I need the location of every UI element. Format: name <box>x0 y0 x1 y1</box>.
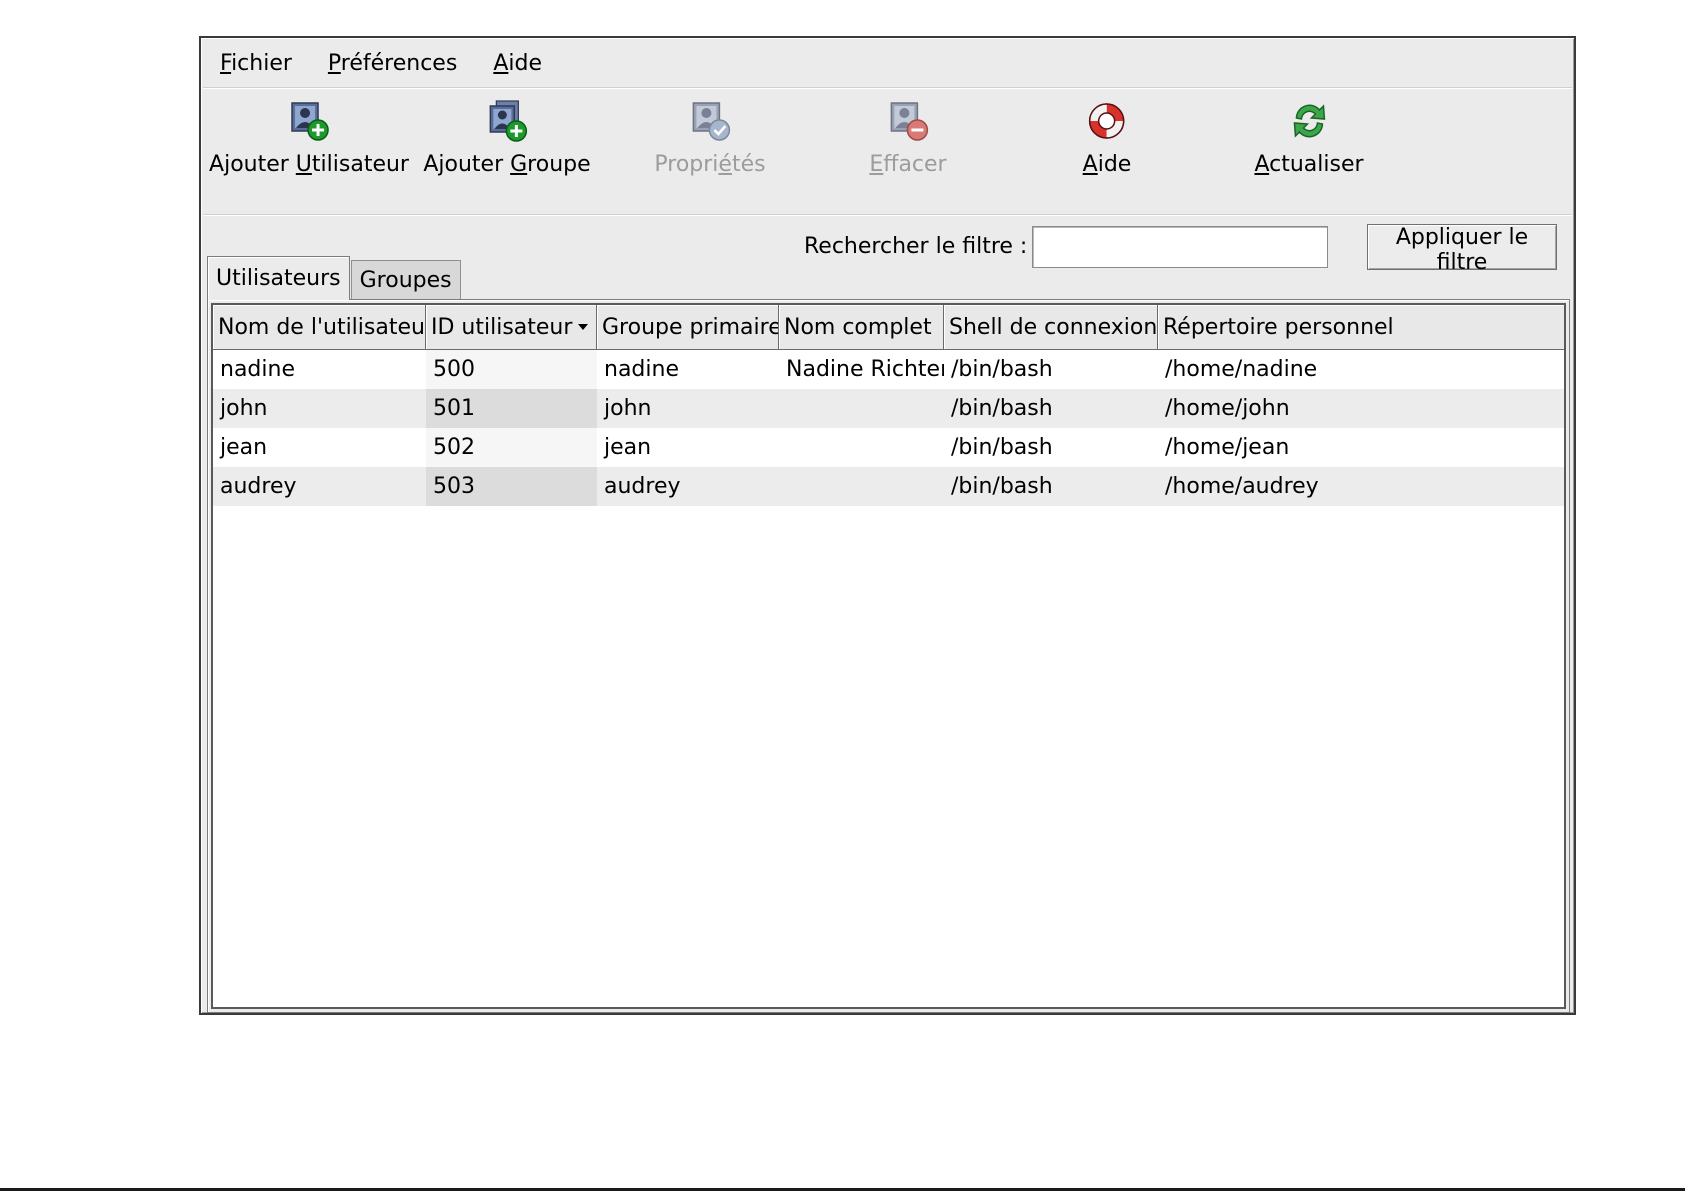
cell-username: nadine <box>220 357 295 382</box>
toolbar: Ajouter Utilisateur Ajouter Groupe Propr… <box>203 90 1572 215</box>
filter-input[interactable] <box>1032 226 1328 268</box>
cell-home-directory: /home/audrey <box>1165 474 1319 499</box>
cell-full-name: Nadine Richter <box>786 357 944 382</box>
add-group-button[interactable]: Ajouter Groupe <box>423 100 591 178</box>
cell-user-id: 501 <box>426 389 597 428</box>
cell-login-shell: /bin/bash <box>951 474 1053 499</box>
menu-aide[interactable]: Aide <box>493 51 542 76</box>
sort-descending-icon <box>578 324 588 330</box>
delete-icon <box>890 102 928 141</box>
user-manager-window: Fichier Préférences Aide Ajouter Utilisa… <box>199 36 1576 1015</box>
cell-username: audrey <box>220 474 297 499</box>
menu-fichier[interactable]: Fichier <box>220 51 292 76</box>
tab-bar: Utilisateurs Groupes <box>207 256 462 300</box>
table-row[interactable]: john 501 john /bin/bash /home/john <box>213 389 1564 428</box>
table-row[interactable]: nadine 500 nadine Nadine Richter /bin/ba… <box>213 350 1564 389</box>
cell-home-directory: /home/jean <box>1165 435 1290 460</box>
refresh-button[interactable]: Actualiser <box>1254 100 1364 178</box>
cell-login-shell: /bin/bash <box>951 357 1053 382</box>
add-group-icon <box>489 100 527 142</box>
lifebuoy-icon <box>1089 103 1125 139</box>
help-button[interactable]: Aide <box>1083 100 1131 178</box>
cell-home-directory: /home/nadine <box>1165 357 1318 382</box>
table-row[interactable]: jean 502 jean /bin/bash /home/jean <box>213 428 1564 467</box>
cell-full-name <box>779 467 944 506</box>
column-header-full-name[interactable]: Nom complet <box>779 305 944 349</box>
cell-user-id: 502 <box>426 428 597 467</box>
cell-username: john <box>220 396 268 421</box>
menu-preferences[interactable]: Préférences <box>328 51 457 76</box>
users-table: Nom de l'utilisateur ID utilisateur Grou… <box>211 303 1566 1009</box>
cell-primary-group: john <box>604 396 652 421</box>
cell-full-name <box>779 428 944 467</box>
menubar: Fichier Préférences Aide <box>203 40 1572 88</box>
add-user-icon <box>291 102 329 141</box>
cell-primary-group: audrey <box>604 474 681 499</box>
cell-user-id: 500 <box>426 350 597 389</box>
column-header-user-id[interactable]: ID utilisateur <box>426 305 597 349</box>
column-header-primary-group[interactable]: Groupe primaire <box>597 305 779 349</box>
delete-button[interactable]: Effacer <box>869 100 947 178</box>
cell-login-shell: /bin/bash <box>951 435 1053 460</box>
cell-username: jean <box>220 435 268 460</box>
cell-primary-group: nadine <box>604 357 679 382</box>
apply-filter-button[interactable]: Appliquer le filtre <box>1367 224 1557 275</box>
cell-login-shell: /bin/bash <box>951 396 1053 421</box>
tab-groupes[interactable]: Groupes <box>350 260 461 300</box>
page: Fichier Préférences Aide Ajouter Utilisa… <box>0 0 1685 1191</box>
cell-primary-group: jean <box>604 435 652 460</box>
tab-panel: Nom de l'utilisateur ID utilisateur Grou… <box>207 299 1570 1013</box>
tab-utilisateurs[interactable]: Utilisateurs <box>207 256 350 300</box>
table-header: Nom de l'utilisateur ID utilisateur Grou… <box>213 305 1564 350</box>
add-user-button[interactable]: Ajouter Utilisateur <box>209 100 409 178</box>
column-header-home-directory[interactable]: Répertoire personnel <box>1158 305 1564 349</box>
cell-home-directory: /home/john <box>1165 396 1290 421</box>
cell-user-id: 503 <box>426 467 597 506</box>
refresh-icon <box>1293 104 1325 138</box>
column-header-login-shell[interactable]: Shell de connexion <box>944 305 1158 349</box>
column-header-username[interactable]: Nom de l'utilisateur <box>213 305 426 349</box>
table-row[interactable]: audrey 503 audrey /bin/bash /home/audrey <box>213 467 1564 506</box>
properties-button[interactable]: Propriétés <box>654 100 766 178</box>
filter-label: Rechercher le filtre : <box>804 234 1028 259</box>
properties-icon <box>692 102 730 141</box>
cell-full-name <box>779 389 944 428</box>
